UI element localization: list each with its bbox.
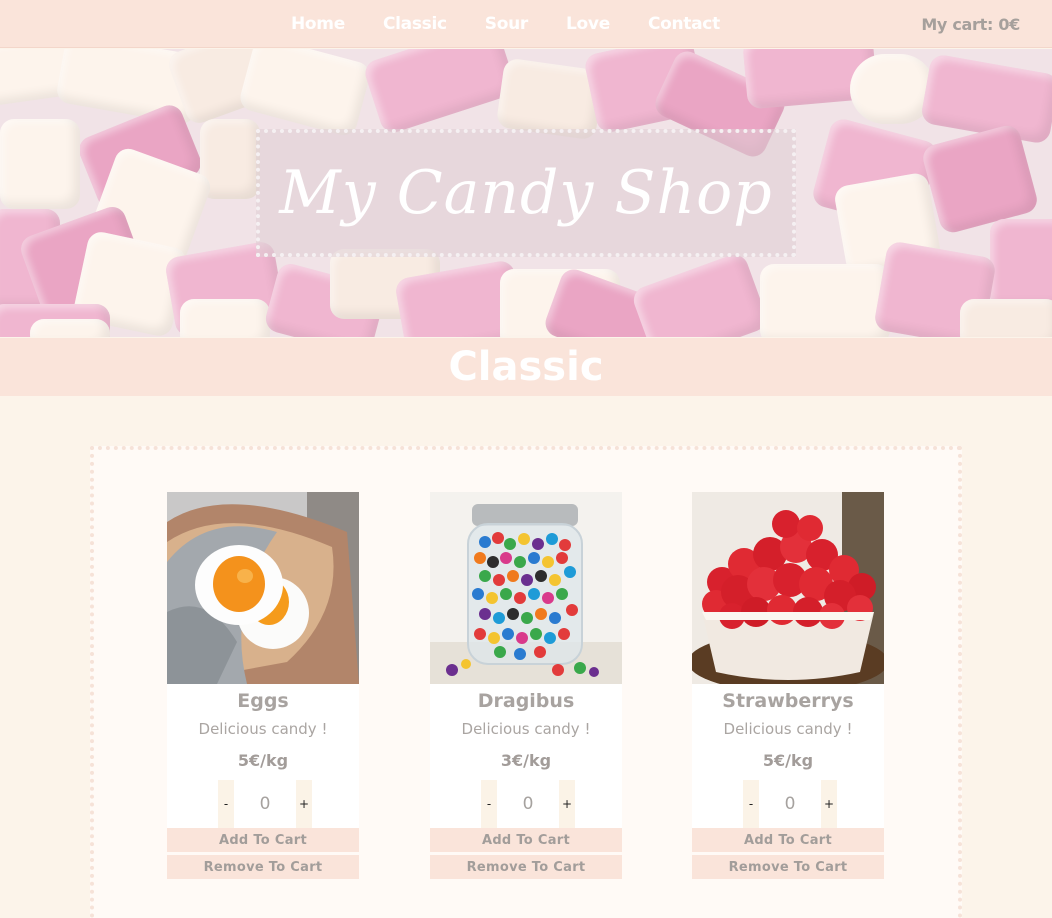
increment-button[interactable]: + (559, 780, 575, 828)
decrement-button[interactable]: - (218, 780, 234, 828)
nav-sour[interactable]: Sour (485, 14, 529, 34)
add-to-cart-button[interactable]: Add To Cart (692, 828, 884, 852)
nav-classic[interactable]: Classic (383, 14, 447, 34)
product-card-eggs: Eggs Delicious candy ! 5€/kg - 0 + Add T… (167, 492, 359, 879)
product-name: Eggs (237, 690, 289, 712)
decrement-button[interactable]: - (743, 780, 759, 828)
product-price: 5€/kg (237, 751, 289, 770)
jelly-bean-jar-image (430, 492, 622, 684)
hero-title-frame: My Candy Shop (256, 129, 796, 257)
product-name: Dragibus (477, 690, 575, 712)
decrement-button[interactable]: - (481, 780, 497, 828)
quantity-stepper: - 0 + (218, 780, 312, 828)
quantity-stepper: - 0 + (481, 780, 575, 828)
section-title: Classic (448, 344, 604, 390)
section-header: Classic (0, 338, 1052, 396)
product-card-strawberrys: Strawberrys Delicious candy ! 5€/kg - 0 … (692, 492, 884, 879)
quantity-input[interactable]: 0 (234, 780, 296, 828)
hero-title: My Candy Shop (279, 158, 773, 228)
product-info: Strawberrys Delicious candy ! 5€/kg - 0 … (692, 684, 884, 828)
nav-love[interactable]: Love (566, 14, 610, 34)
product-description: Delicious candy ! (461, 720, 591, 738)
product-info: Eggs Delicious candy ! 5€/kg - 0 + (167, 684, 359, 828)
increment-button[interactable]: + (821, 780, 837, 828)
top-nav: Home Classic Sour Love Contact My cart: … (0, 0, 1052, 48)
product-price: 3€/kg (500, 751, 552, 770)
remove-from-cart-button[interactable]: Remove To Cart (167, 855, 359, 879)
nav-links: Home Classic Sour Love Contact (272, 0, 739, 48)
product-grid: Eggs Delicious candy ! 5€/kg - 0 + Add T… (90, 446, 962, 918)
product-price: 5€/kg (762, 751, 814, 770)
fried-egg-candy-image (167, 492, 359, 684)
add-to-cart-button[interactable]: Add To Cart (430, 828, 622, 852)
quantity-input[interactable]: 0 (497, 780, 559, 828)
product-name: Strawberrys (722, 690, 854, 712)
product-info: Dragibus Delicious candy ! 3€/kg - 0 + (430, 684, 622, 828)
increment-button[interactable]: + (296, 780, 312, 828)
strawberry-candy-bowl-image (692, 492, 884, 684)
hero-banner: My Candy Shop (0, 49, 1052, 337)
remove-from-cart-button[interactable]: Remove To Cart (430, 855, 622, 879)
quantity-stepper: - 0 + (743, 780, 837, 828)
product-card-dragibus: Dragibus Delicious candy ! 3€/kg - 0 + A… (430, 492, 622, 879)
add-to-cart-button[interactable]: Add To Cart (167, 828, 359, 852)
cart-link[interactable]: My cart: 0€ (921, 0, 1020, 48)
product-description: Delicious candy ! (198, 720, 328, 738)
remove-from-cart-button[interactable]: Remove To Cart (692, 855, 884, 879)
quantity-input[interactable]: 0 (759, 780, 821, 828)
product-description: Delicious candy ! (723, 720, 853, 738)
nav-contact[interactable]: Contact (648, 14, 720, 34)
nav-home[interactable]: Home (291, 14, 345, 34)
